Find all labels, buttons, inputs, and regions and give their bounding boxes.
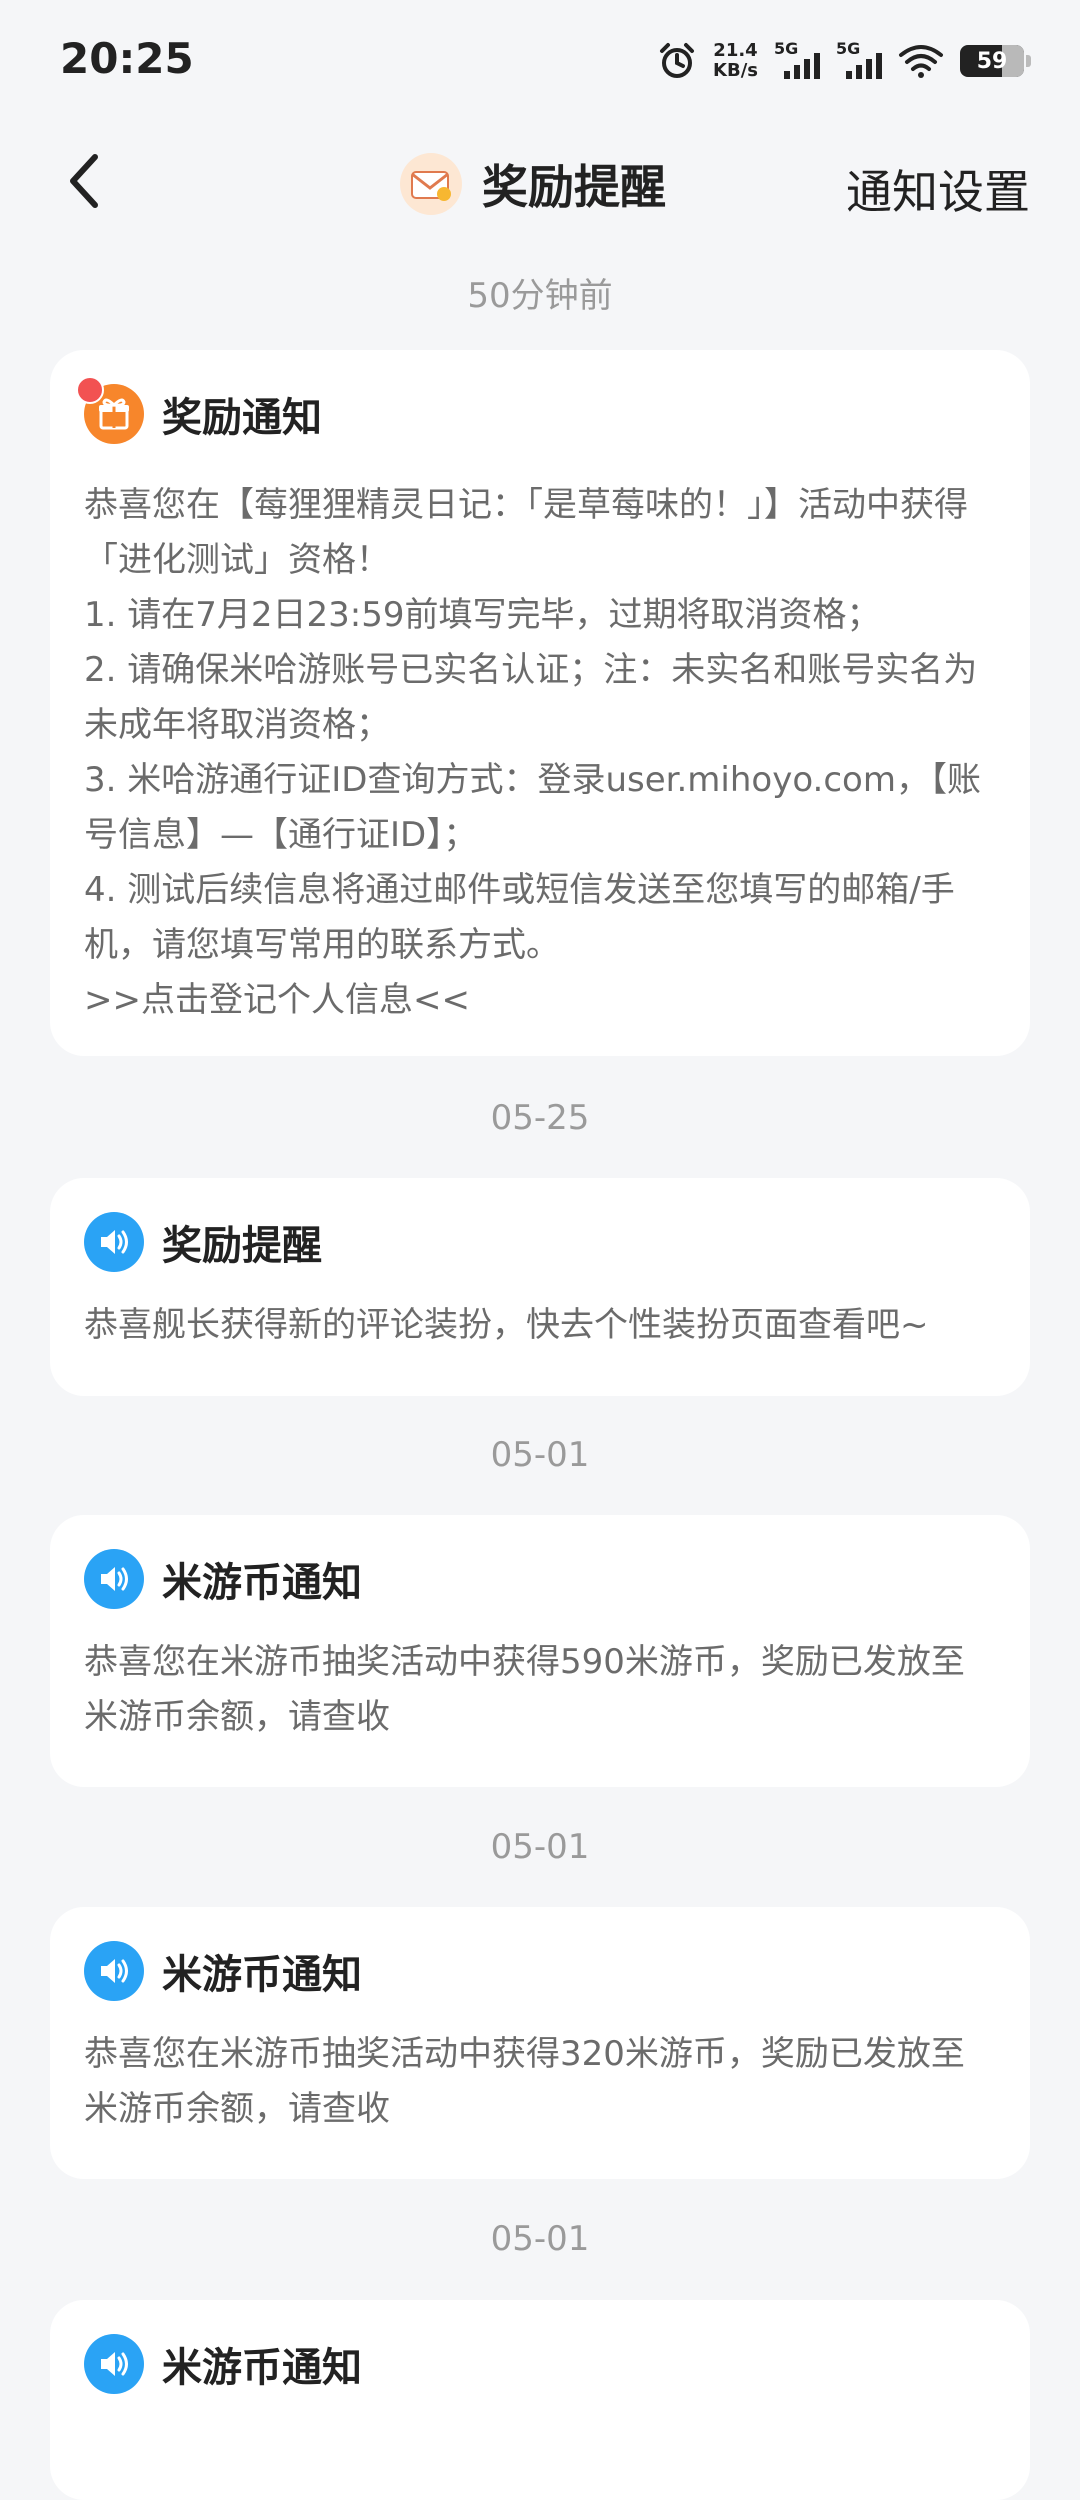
status-icons: 21.4 KB/s 5G 5G 59	[657, 34, 1031, 88]
wifi-icon	[899, 45, 943, 78]
card-line: 4. 测试后续信息将通过邮件或短信发送至您填写的邮箱/手机，请您填写常用的联系方…	[84, 870, 955, 965]
card-line: 恭喜舰长获得新的评论装扮，快去个性装扮页面查看吧~	[84, 1305, 929, 1345]
status-time: 20:25	[60, 34, 194, 83]
card-title: 米游币通知	[162, 2345, 362, 2391]
notification-card[interactable]: 奖励提醒 恭喜舰长获得新的评论装扮，快去个性装扮页面查看吧~	[50, 1178, 1030, 1396]
card-line: 恭喜您在米游币抽奖活动中获得590米游币，奖励已发放至米游币余额，请查收	[84, 1642, 965, 1737]
card-title: 奖励通知	[162, 395, 322, 441]
battery-level: 59	[976, 48, 1008, 74]
time-separator: 50分钟前	[467, 276, 613, 316]
card-header: 奖励提醒	[84, 1212, 322, 1272]
network-speed-value: 21.4	[713, 40, 758, 61]
speaker-icon	[84, 1549, 144, 1609]
card-title: 米游币通知	[162, 1560, 362, 1606]
signal-icon-1: 5G	[774, 39, 820, 81]
register-info-link[interactable]: >>点击登记个人信息<<	[84, 973, 996, 1028]
speaker-icon	[84, 2334, 144, 2394]
page-title: 奖励提醒	[482, 160, 666, 214]
card-body: 恭喜舰长获得新的评论装扮，快去个性装扮页面查看吧~	[84, 1298, 996, 1353]
card-header: 米游币通知	[84, 2334, 362, 2394]
card-header: 米游币通知	[84, 1941, 362, 2001]
alarm-icon	[660, 43, 695, 78]
notification-settings-button[interactable]: 通知设置	[846, 156, 1030, 222]
card-line: 恭喜您在【莓狸狸精灵日记：「是草莓味的！」】活动中获得「进化测试」资格！	[84, 485, 968, 580]
notification-card[interactable]: 米游币通知 恭喜您在米游币抽奖活动中获得590米游币，奖励已发放至米游币余额，请…	[50, 1515, 1030, 1787]
notification-card[interactable]: 米游币通知	[50, 2300, 1030, 2500]
card-title: 米游币通知	[162, 1952, 362, 1998]
notification-card[interactable]: 奖励通知 恭喜您在【莓狸狸精灵日记：「是草莓味的！」】活动中获得「进化测试」资格…	[50, 350, 1030, 1056]
time-separator: 05-01	[490, 2219, 590, 2259]
card-header: 奖励通知	[76, 376, 322, 444]
notification-card[interactable]: 米游币通知 恭喜您在米游币抽奖活动中获得320米游币，奖励已发放至米游币余额，请…	[50, 1907, 1030, 2179]
battery-icon: 59	[960, 45, 1031, 77]
card-body: 恭喜您在米游币抽奖活动中获得590米游币，奖励已发放至米游币余额，请查收	[84, 1635, 996, 1745]
speaker-icon	[84, 1941, 144, 2001]
gift-icon	[76, 376, 144, 444]
card-line: 恭喜您在米游币抽奖活动中获得320米游币，奖励已发放至米游币余额，请查收	[84, 2034, 965, 2129]
card-line: 1. 请在7月2日23:59前填写完毕，过期将取消资格；	[84, 595, 881, 635]
envelope-icon	[400, 153, 462, 215]
back-button[interactable]	[48, 146, 118, 216]
card-body: 恭喜您在【莓狸狸精灵日记：「是草莓味的！」】活动中获得「进化测试」资格！ 1. …	[84, 478, 996, 1028]
time-separator: 05-25	[490, 1098, 590, 1138]
network-speed-unit: KB/s	[713, 60, 758, 81]
chevron-left-icon	[70, 154, 98, 208]
card-header: 米游币通知	[84, 1549, 362, 1609]
signal-icon-2: 5G	[836, 39, 882, 81]
time-separator: 05-01	[490, 1435, 590, 1475]
network-speed: 21.4 KB/s	[713, 41, 758, 81]
card-body: 恭喜您在米游币抽奖活动中获得320米游币，奖励已发放至米游币余额，请查收	[84, 2027, 996, 2137]
unread-dot	[76, 376, 104, 404]
card-line: 3. 米哈游通行证ID查询方式：登录user.mihoyo.com，【账号信息】…	[84, 760, 981, 855]
card-line: 2. 请确保米哈游账号已实名认证；注：未实名和账号实名为未成年将取消资格；	[84, 650, 978, 745]
status-bar: 20:25 21.4 KB/s 5G 5G 59	[0, 0, 1080, 120]
title-wrap: 奖励提醒	[400, 144, 666, 224]
header: 奖励提醒 通知设置	[0, 120, 1080, 245]
speaker-icon	[84, 1212, 144, 1272]
time-separator: 05-01	[490, 1827, 590, 1867]
card-title: 奖励提醒	[162, 1223, 322, 1269]
